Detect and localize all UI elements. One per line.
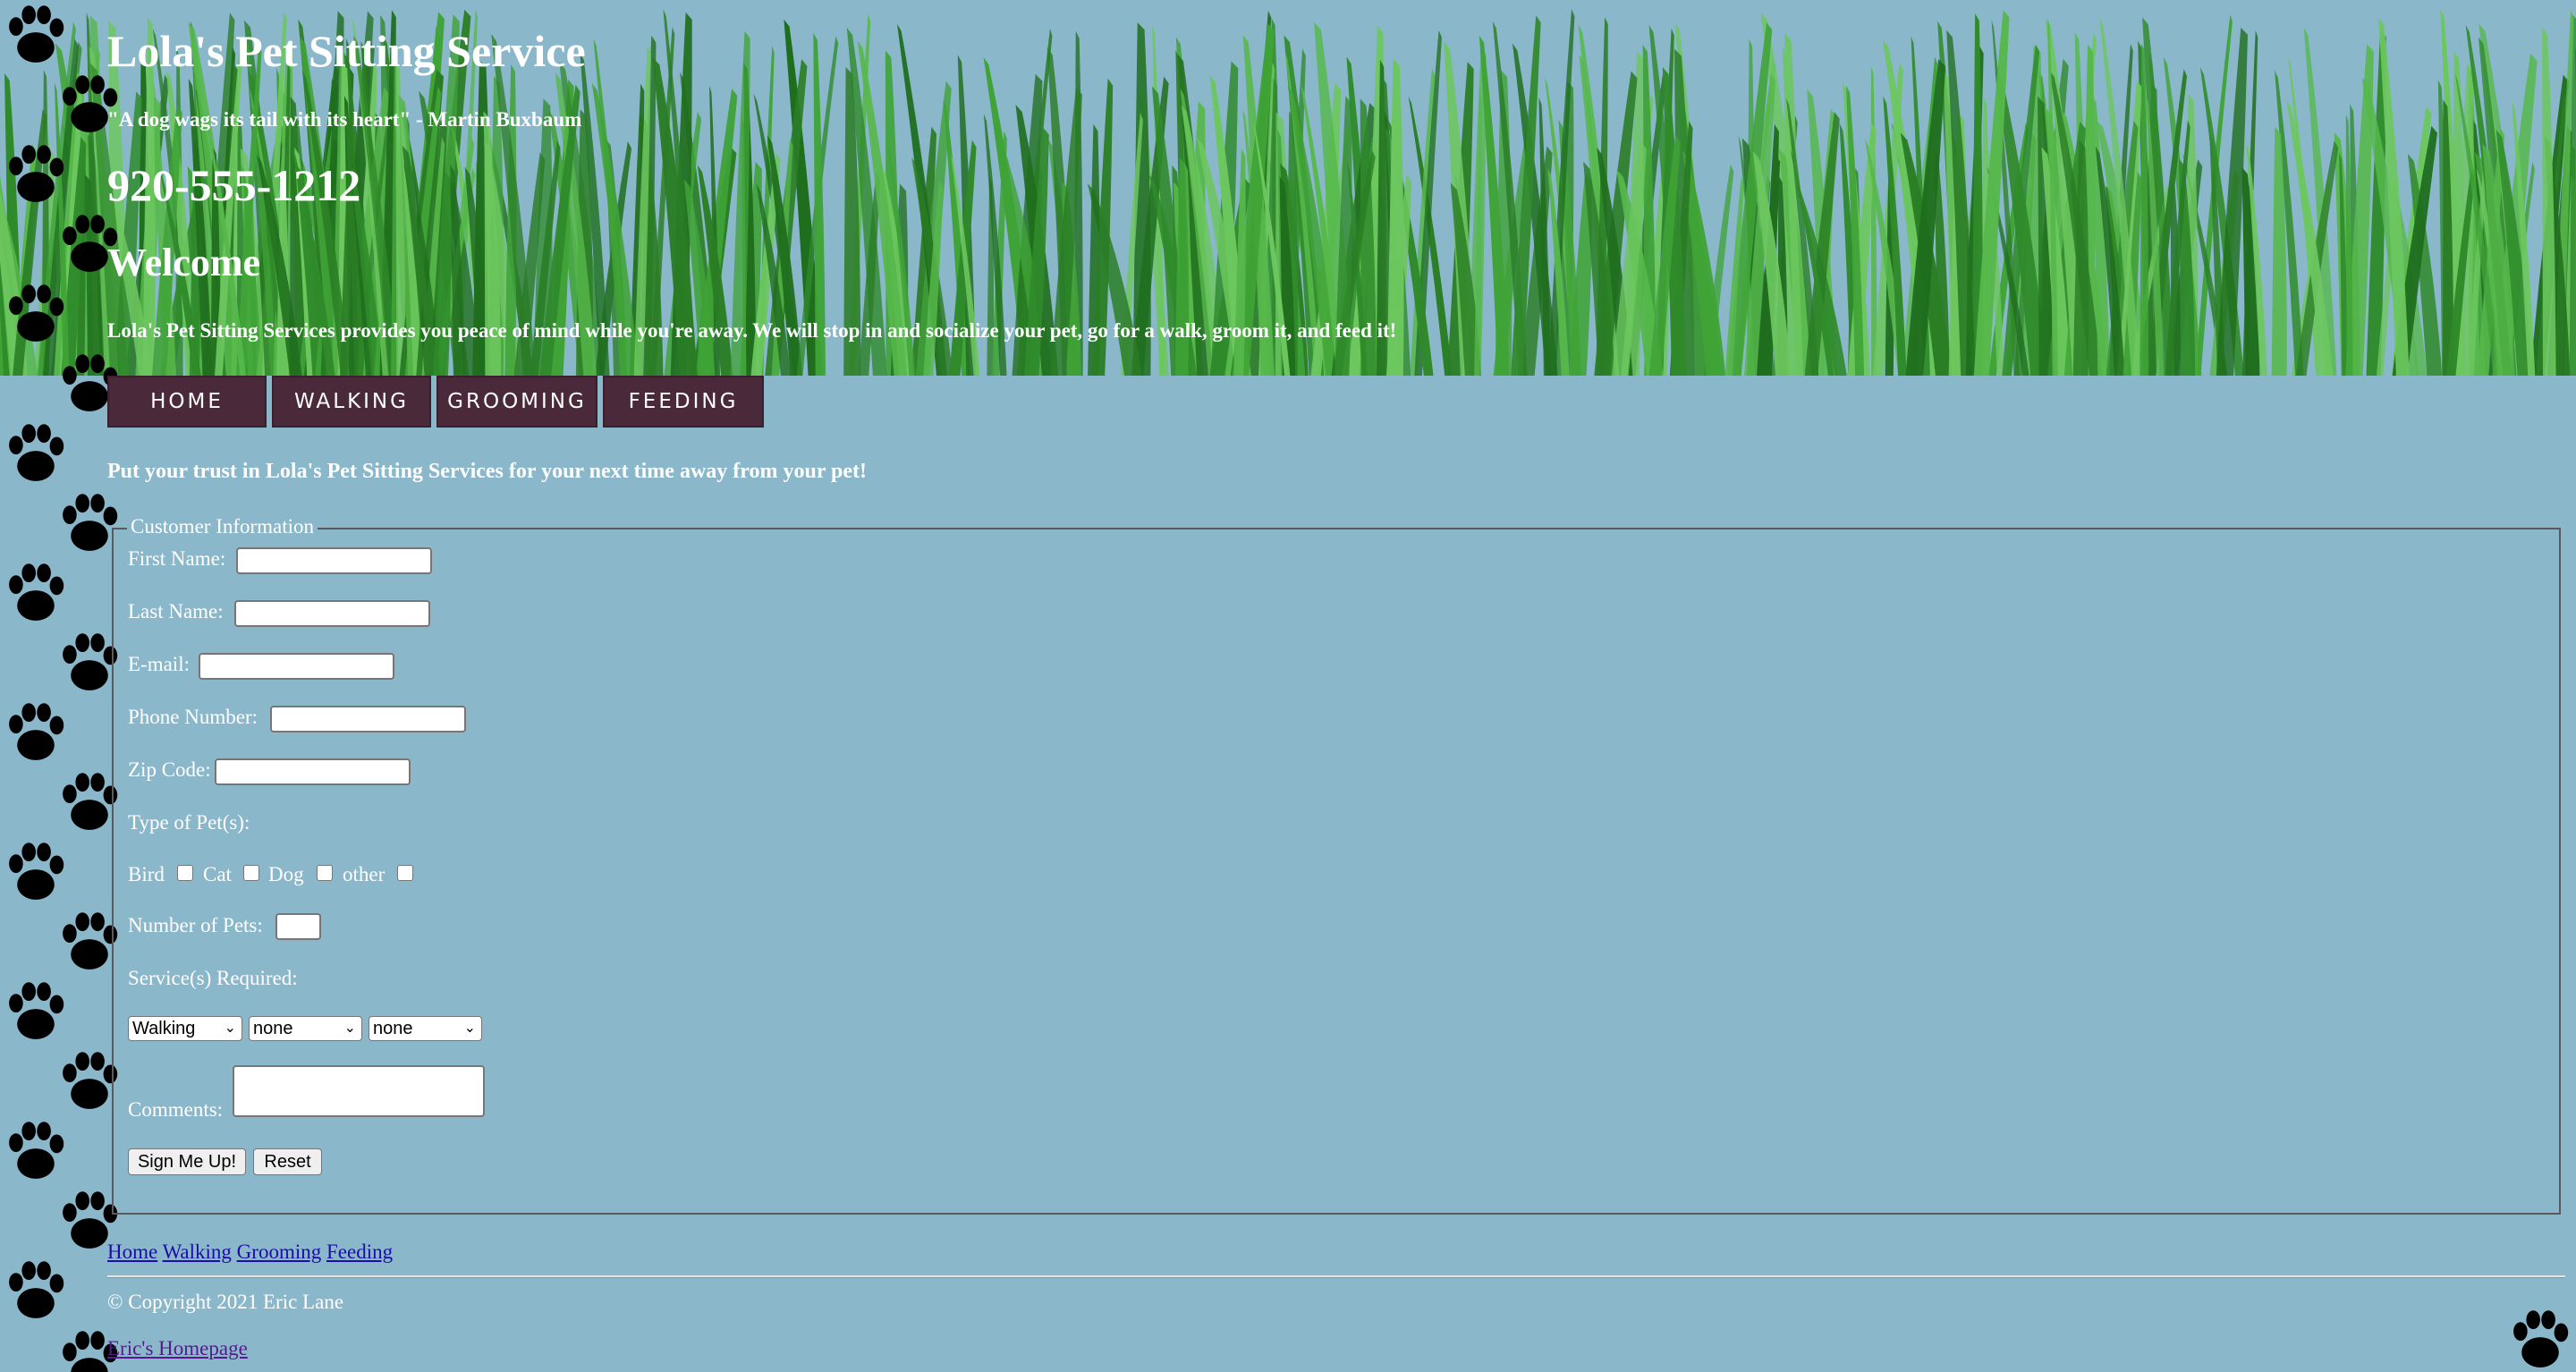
pet-other-checkbox[interactable]: [397, 865, 413, 881]
pet-cat-label: Cat: [203, 863, 232, 885]
chevron-down-icon: ⌄: [224, 1021, 236, 1036]
last-name-label: Last Name:: [128, 600, 224, 622]
paw-print-icon: [9, 284, 64, 342]
nav-grooming-button[interactable]: GROOMING: [436, 376, 597, 428]
paw-print-icon: [9, 5, 64, 63]
paw-print-icon: [63, 912, 118, 970]
service-select-2[interactable]: none ⌄: [249, 1016, 362, 1041]
intro-text: Lola's Pet Sitting Services provides you…: [107, 319, 1397, 342]
paw-print-icon: [9, 145, 64, 202]
phone-label: Phone Number:: [128, 706, 258, 728]
paw-print-icon: [9, 424, 64, 481]
service-select-3-value: none: [373, 1019, 413, 1038]
paw-print-icon: [9, 982, 64, 1039]
service-select-1[interactable]: Walking ⌄: [128, 1016, 242, 1041]
footer-link-feeding[interactable]: Feeding: [326, 1241, 393, 1263]
site-title: Lola's Pet Sitting Service: [107, 26, 586, 76]
num-pets-input[interactable]: [275, 913, 321, 940]
sign-me-up-button[interactable]: Sign Me Up!: [128, 1148, 246, 1175]
paw-print-icon: [63, 633, 118, 690]
paw-print-icon: [63, 1052, 118, 1109]
pet-type-label: Type of Pet(s):: [128, 811, 250, 834]
footer-link-home[interactable]: Home: [107, 1241, 157, 1263]
chevron-down-icon: ⌄: [463, 1021, 476, 1036]
paw-print-icon: [9, 563, 64, 621]
eric-homepage-link[interactable]: Eric's Homepage: [107, 1337, 248, 1359]
paw-print-icon: [63, 773, 118, 830]
pet-cat-checkbox[interactable]: [243, 865, 259, 881]
comments-textarea[interactable]: [233, 1065, 485, 1117]
pet-bird-label: Bird: [128, 863, 165, 885]
paw-print-icon: [9, 843, 64, 900]
pet-dog-checkbox[interactable]: [317, 865, 333, 881]
fieldset-legend: Customer Information: [127, 515, 318, 538]
first-name-input[interactable]: [236, 547, 432, 574]
homepage-link-wrap: Eric's Homepage: [107, 1337, 248, 1360]
num-pets-label: Number of Pets:: [128, 914, 263, 936]
paw-print-icon: [2513, 1310, 2569, 1368]
trust-text: Put your trust in Lola's Pet Sitting Ser…: [107, 460, 868, 483]
email-input[interactable]: [199, 653, 394, 680]
pet-dog-label: Dog: [268, 863, 304, 885]
paw-print-icon: [9, 1122, 64, 1179]
welcome-heading: Welcome: [107, 241, 261, 284]
quote: "A dog wags its tail with its heart" - M…: [107, 108, 582, 131]
footer-link-walking[interactable]: Walking: [163, 1241, 232, 1263]
footer-nav: Home Walking Grooming Feeding: [107, 1241, 393, 1264]
chevron-down-icon: ⌄: [343, 1021, 356, 1036]
pet-bird-checkbox[interactable]: [177, 865, 193, 881]
paw-print-icon: [9, 1261, 64, 1318]
paw-print-icon: [63, 494, 118, 551]
paw-print-icon: [9, 703, 64, 760]
nav-home-button[interactable]: HOME: [107, 376, 267, 428]
service-select-1-value: Walking: [132, 1019, 196, 1038]
service-select-2-value: none: [253, 1019, 293, 1038]
phone-number: 920-555-1212: [107, 160, 361, 210]
copyright-text: © Copyright 2021 Eric Lane: [107, 1291, 344, 1313]
nav-feeding-button[interactable]: FEEDING: [603, 376, 764, 428]
reset-button[interactable]: Reset: [253, 1148, 322, 1175]
nav-walking-button[interactable]: WALKING: [272, 376, 431, 428]
services-label: Service(s) Required:: [128, 967, 298, 989]
first-name-label: First Name:: [128, 547, 226, 570]
email-label: E-mail:: [128, 653, 190, 675]
paw-print-icon: [2513, 1310, 2569, 1368]
zip-code-input[interactable]: [215, 758, 411, 785]
service-select-3[interactable]: none ⌄: [369, 1016, 482, 1041]
footer-link-grooming[interactable]: Grooming: [237, 1241, 322, 1263]
main-nav: HOME WALKING GROOMING FEEDING: [107, 376, 764, 428]
comments-label: Comments:: [128, 1098, 224, 1121]
phone-input[interactable]: [270, 706, 466, 733]
zip-code-label: Zip Code:: [128, 758, 211, 781]
last-name-input[interactable]: [234, 600, 430, 627]
footer-divider: [107, 1275, 2565, 1278]
pet-other-label: other: [343, 863, 386, 885]
